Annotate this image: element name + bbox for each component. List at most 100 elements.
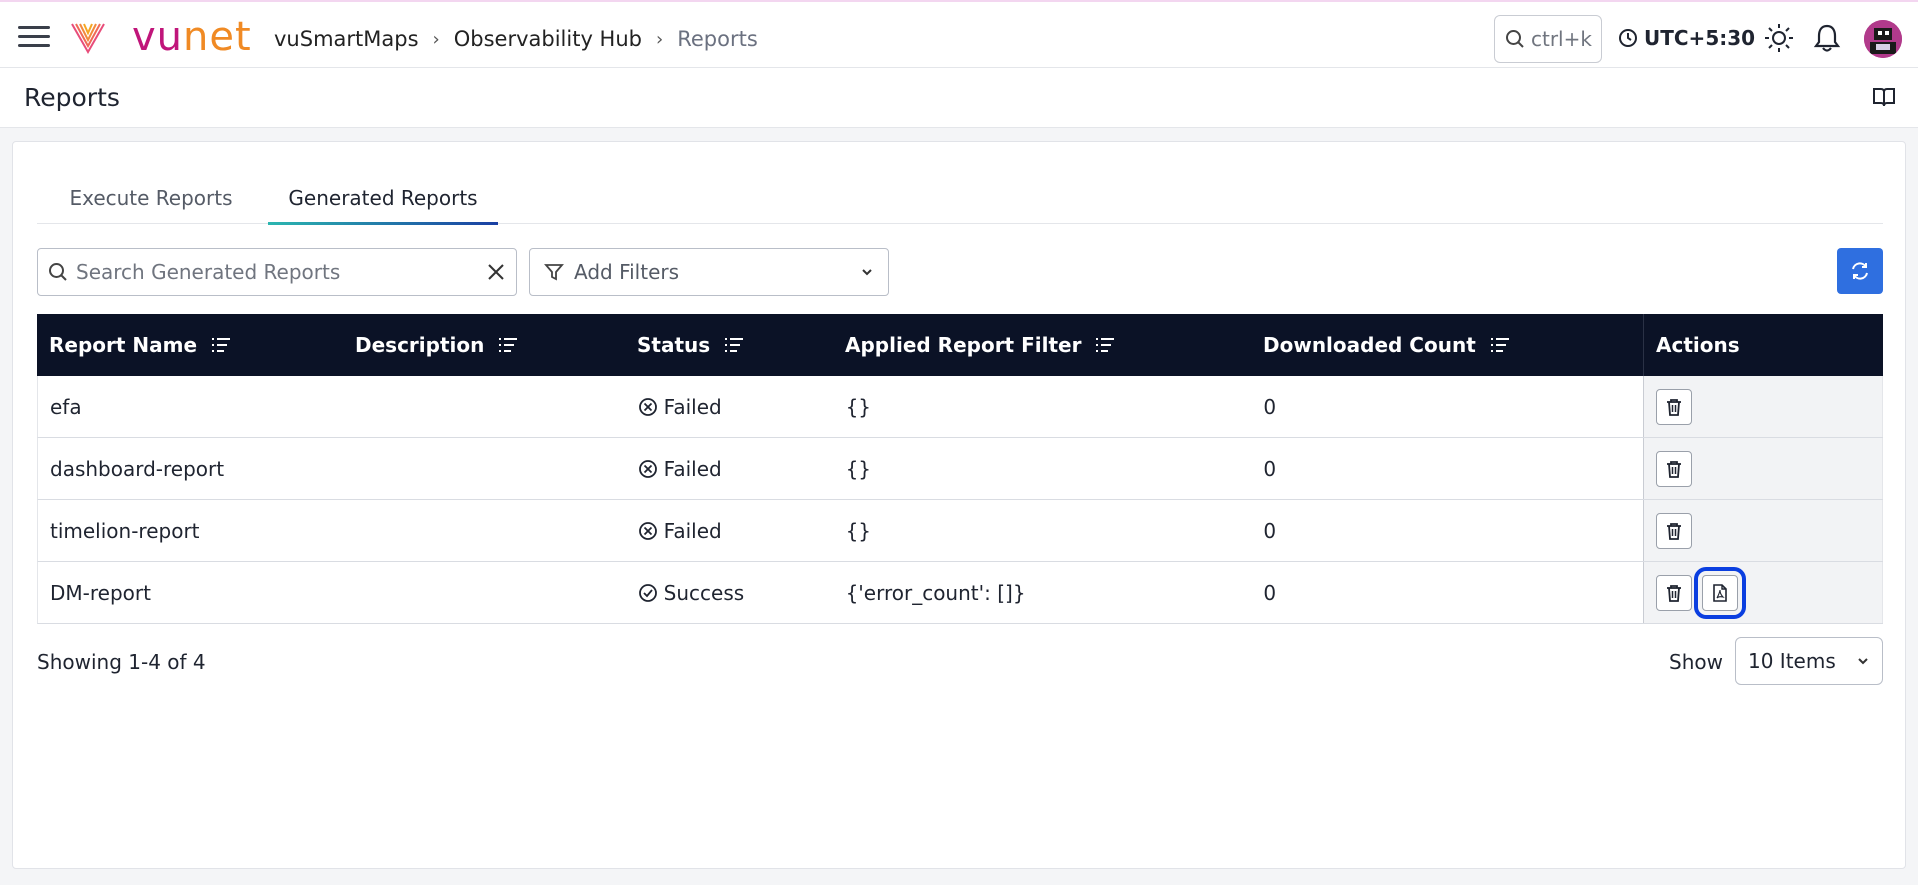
timezone-label: UTC+5:30 <box>1644 26 1756 50</box>
downloaded-count-cell: 0 <box>1263 456 1277 481</box>
search-shortcut-label: ctrl+k <box>1531 27 1592 51</box>
failed-icon <box>638 397 657 416</box>
column-header-status: Status <box>625 314 833 376</box>
filter-icon <box>544 264 564 281</box>
sort-icon[interactable] <box>211 336 231 354</box>
description-cell <box>344 376 626 437</box>
description-cell <box>344 500 626 561</box>
status-cell: Failed <box>626 438 834 499</box>
report-name-cell: efa <box>50 394 82 419</box>
user-avatar-icon <box>1864 20 1902 58</box>
downloaded-count-cell: 0 <box>1263 580 1277 605</box>
table-row: dashboard-report Failed {} 0 <box>37 438 1883 500</box>
search-input[interactable] <box>76 260 486 284</box>
trash-icon <box>1667 584 1682 602</box>
failed-icon <box>638 521 657 540</box>
bell-icon <box>1813 24 1841 52</box>
chevron-down-icon <box>1858 658 1868 665</box>
refresh-button[interactable] <box>1837 248 1883 294</box>
global-search-button[interactable]: ctrl+k <box>1494 15 1602 63</box>
filter-cell: {} <box>845 394 872 419</box>
generated-reports-table: Report Name Description Status Applied R… <box>37 314 1883 624</box>
status-badge: Failed <box>663 518 722 543</box>
filter-cell: {} <box>845 456 872 481</box>
search-icon <box>49 263 67 281</box>
search-generated-reports <box>37 248 517 296</box>
filter-cell: {'error_count': []} <box>845 580 1026 605</box>
column-header-report-name: Report Name <box>37 314 343 376</box>
breadcrumb-vusmartmaps[interactable]: vuSmartMaps <box>274 27 419 51</box>
page-size-value: 10 Items <box>1748 649 1836 673</box>
tab-execute-reports[interactable]: Execute Reports <box>61 172 241 224</box>
breadcrumb: vuSmartMaps › Observability Hub › Report… <box>274 27 758 51</box>
vunet-logo-text[interactable]: vunet <box>132 15 252 59</box>
report-name-cell: timelion-report <box>50 518 200 543</box>
top-bar: vunet vuSmartMaps › Observability Hub › … <box>0 0 1918 68</box>
clock-icon <box>1619 29 1637 47</box>
timezone-selector[interactable]: UTC+5:30 <box>1618 26 1755 50</box>
report-name-cell: dashboard-report <box>50 456 225 481</box>
filter-cell: {} <box>845 518 872 543</box>
status-cell: Failed <box>626 376 834 437</box>
description-cell <box>344 562 626 623</box>
chevron-down-icon <box>862 269 872 276</box>
success-icon <box>638 583 657 602</box>
add-filters-dropdown[interactable]: Add Filters <box>529 248 889 296</box>
tab-bar: Execute Reports Generated Reports <box>37 172 1883 225</box>
tab-generated-reports[interactable]: Generated Reports <box>268 172 498 225</box>
avatar[interactable] <box>1864 20 1902 58</box>
delete-button[interactable] <box>1656 388 1693 425</box>
downloaded-count-cell: 0 <box>1263 394 1277 419</box>
trash-icon <box>1667 460 1682 478</box>
close-icon[interactable] <box>486 262 506 282</box>
page-title: Reports <box>24 83 120 112</box>
column-header-applied-report-filter: Applied Report Filter <box>833 314 1251 376</box>
status-cell: Success <box>626 562 834 623</box>
pagination-summary: Showing 1-4 of 4 <box>37 650 206 674</box>
trash-icon <box>1667 522 1682 540</box>
status-badge: Failed <box>663 456 722 481</box>
page-size-label: Show <box>1669 650 1723 674</box>
notifications-button[interactable] <box>1811 22 1843 54</box>
refresh-icon <box>1852 262 1868 280</box>
actions-cell <box>1643 376 1883 437</box>
failed-icon <box>638 459 657 478</box>
sort-icon[interactable] <box>498 336 518 354</box>
reports-card: Execute Reports Generated Reports Add Fi… <box>12 141 1906 869</box>
delete-button[interactable] <box>1656 574 1693 611</box>
trash-icon <box>1667 398 1682 416</box>
chevron-right-icon: › <box>432 28 440 50</box>
column-header-description: Description <box>343 314 625 376</box>
actions-cell <box>1643 438 1883 499</box>
book-icon[interactable] <box>1872 86 1896 108</box>
sort-icon[interactable] <box>1490 336 1510 354</box>
page-size-dropdown[interactable]: 10 Items <box>1735 637 1883 685</box>
description-cell <box>344 438 626 499</box>
report-name-cell: DM-report <box>50 580 151 605</box>
table-header: Report Name Description Status Applied R… <box>37 314 1883 376</box>
actions-cell <box>1643 500 1883 561</box>
delete-button[interactable] <box>1656 450 1693 487</box>
breadcrumb-reports: Reports <box>677 27 758 51</box>
downloaded-count-cell: 0 <box>1263 518 1277 543</box>
add-filters-label: Add Filters <box>574 260 680 284</box>
sort-icon[interactable] <box>724 336 744 354</box>
theme-toggle-button[interactable] <box>1763 22 1795 54</box>
download-pdf-button[interactable] <box>1694 566 1747 619</box>
table-row: DM-report Success {'error_count': []} 0 <box>37 562 1883 624</box>
table-row: timelion-report Failed {} 0 <box>37 500 1883 562</box>
column-header-actions: Actions <box>1643 314 1883 376</box>
chevron-right-icon: › <box>656 28 664 50</box>
breadcrumb-observability-hub[interactable]: Observability Hub <box>454 27 642 51</box>
vunet-logo-icon <box>71 23 105 55</box>
search-icon <box>1506 30 1524 48</box>
pdf-file-icon <box>1713 583 1727 602</box>
status-badge: Failed <box>663 394 722 419</box>
delete-button[interactable] <box>1656 512 1693 549</box>
menu-icon[interactable] <box>18 26 50 50</box>
actions-cell <box>1643 562 1883 623</box>
sun-icon <box>1765 24 1793 52</box>
sort-icon[interactable] <box>1095 336 1115 354</box>
page-header: Reports <box>0 68 1918 128</box>
column-header-downloaded-count: Downloaded Count <box>1251 314 1643 376</box>
